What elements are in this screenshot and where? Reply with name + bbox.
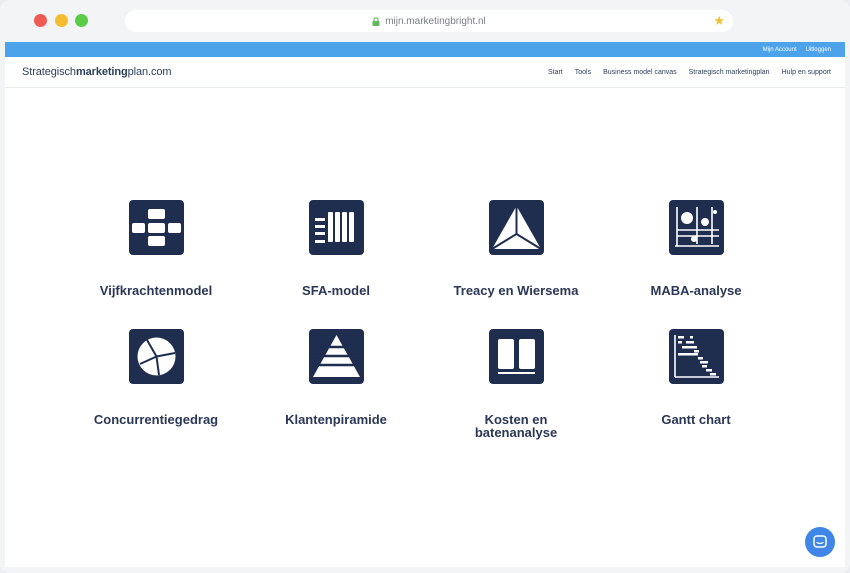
tool-label: Kosten en batenanalyse xyxy=(474,412,558,440)
gantt-icon xyxy=(668,329,724,384)
tool-label: MABA-analyse xyxy=(650,283,742,298)
browser-window: mijn.marketingbright.nl ★ Mijn Account U… xyxy=(0,0,850,573)
book-icon xyxy=(488,329,544,384)
browser-chrome: mijn.marketingbright.nl ★ xyxy=(0,0,850,42)
close-window-button[interactable] xyxy=(34,14,47,27)
matrix-icon xyxy=(668,200,724,255)
sfa-icon xyxy=(308,200,364,255)
minimize-window-button[interactable] xyxy=(55,14,68,27)
triangle-icon xyxy=(488,200,544,255)
pyramid-icon xyxy=(308,329,364,384)
bookmark-star-icon[interactable]: ★ xyxy=(713,13,725,29)
tool-label: Klantenpiramide xyxy=(285,412,387,427)
tool-label: Gantt chart xyxy=(661,412,731,427)
tool-card-gantt-chart[interactable]: Gantt chart xyxy=(606,329,786,426)
chat-button[interactable] xyxy=(805,527,835,557)
tool-label: SFA-model xyxy=(302,283,370,298)
window-frame-bottom xyxy=(0,567,850,573)
web-page: Mijn Account Uitloggen Strategischmarket… xyxy=(5,42,845,567)
tool-card-concurrentiegedrag[interactable]: Concurrentiegedrag xyxy=(66,329,246,426)
tool-card-treacy-en-wiersema[interactable]: Treacy en Wiersema xyxy=(426,200,606,297)
five-forces-icon xyxy=(128,200,184,255)
tool-card-klantenpiramide[interactable]: Klantenpiramide xyxy=(246,329,426,426)
tool-label: Vijfkrachtenmodel xyxy=(99,283,213,298)
chat-icon xyxy=(813,535,827,548)
address-bar[interactable]: mijn.marketingbright.nl ★ xyxy=(125,10,733,32)
tool-card-maba-analyse[interactable]: MABA-analyse xyxy=(606,200,786,297)
tool-label: Concurrentiegedrag xyxy=(93,412,219,427)
tool-label: Treacy en Wiersema xyxy=(453,283,579,298)
tool-card-sfa-model[interactable]: SFA-model xyxy=(246,200,426,297)
tool-card-vijfkrachtenmodel[interactable]: Vijfkrachtenmodel xyxy=(66,200,246,297)
url-text: mijn.marketingbright.nl xyxy=(385,15,486,27)
tool-card-kosten-en-batenanalyse[interactable]: Kosten en batenanalyse xyxy=(426,329,606,439)
pie-icon xyxy=(128,329,184,384)
maximize-window-button[interactable] xyxy=(75,14,88,27)
lock-icon xyxy=(372,16,380,26)
tools-grid: Vijfkrachtenmodel SFA-model Treacy en Wi… xyxy=(5,42,845,567)
